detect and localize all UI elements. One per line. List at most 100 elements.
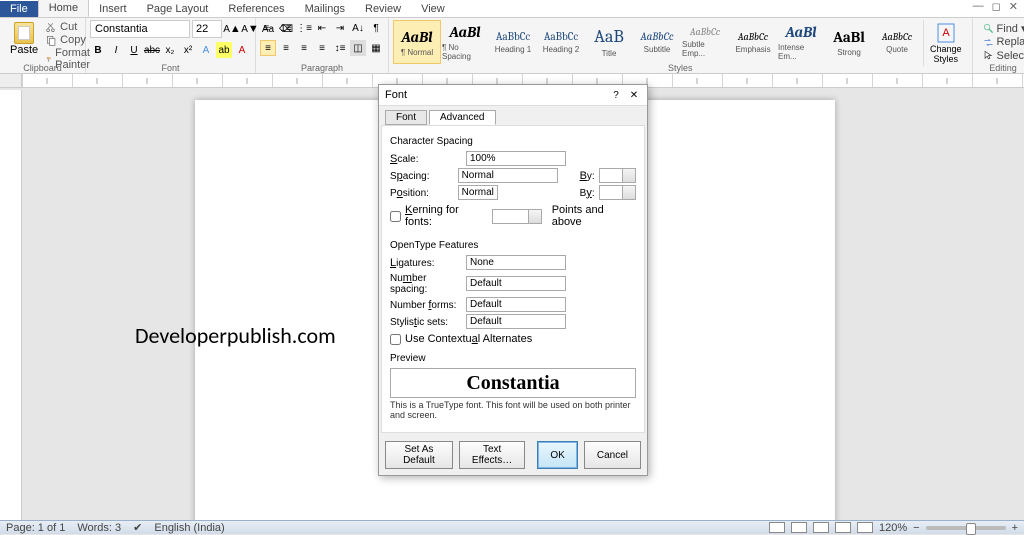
zoom-slider[interactable] [926,526,1006,530]
grow-font-button[interactable]: A▲ [224,21,240,37]
paste-label: Paste [10,44,38,56]
style-heading2[interactable]: AaBbCcHeading 2 [537,20,585,64]
spacing-by-spinner[interactable] [599,168,636,183]
style-emphasis[interactable]: AaBbCcEmphasis [729,20,777,64]
dialog-close-button[interactable]: ✕ [627,88,641,102]
style-subtle-emphasis[interactable]: AaBbCcSubtle Emp... [681,20,729,64]
style-normal[interactable]: AaBl¶ Normal [393,20,441,64]
increase-indent-button[interactable]: ⇥ [332,20,348,36]
style-strong[interactable]: AaBlStrong [825,20,873,64]
style-quote[interactable]: AaBbCcQuote [873,20,921,64]
group-label-paragraph: Paragraph [256,63,388,73]
find-button[interactable]: Find ▾ [983,22,1024,35]
view-print-layout-button[interactable] [769,522,785,533]
window-minimize-icon[interactable]: — [971,0,986,13]
vertical-ruler[interactable] [0,90,22,524]
text-effects-button[interactable]: A [198,42,214,58]
status-bar: Page: 1 of 1 Words: 3 ✔ English (India) … [0,520,1024,534]
bullets-button[interactable]: ≡· [260,20,276,36]
ligatures-combo[interactable] [466,255,566,270]
style-heading1[interactable]: AaBbCcHeading 1 [489,20,537,64]
shading-button[interactable]: ◫ [350,40,366,56]
zoom-in-button[interactable]: + [1012,522,1018,534]
font-name-combo[interactable] [90,20,190,38]
tab-page-layout[interactable]: Page Layout [137,1,219,17]
zoom-out-button[interactable]: − [913,522,919,534]
align-justify-button[interactable]: ≡ [314,40,330,56]
tab-home[interactable]: Home [38,0,89,17]
tab-review[interactable]: Review [355,1,411,17]
kerning-spinner[interactable] [492,209,542,224]
font-color-button[interactable]: A [234,42,250,58]
show-marks-button[interactable]: ¶ [368,20,384,36]
paste-icon [14,22,34,44]
align-center-button[interactable]: ≡ [278,40,294,56]
position-by-spinner[interactable] [599,185,636,200]
zoom-level[interactable]: 120% [879,522,907,534]
dialog-tab-font[interactable]: Font [385,110,427,125]
window-controls: — ◻ ✕ [971,0,1020,13]
highlight-button[interactable]: ab [216,42,232,58]
view-web-button[interactable] [813,522,829,533]
group-label-clipboard: Clipboard [0,63,85,73]
text-effects-dialog-button[interactable]: Text Effects… [459,441,526,469]
numbering-button[interactable]: 1≡ [278,20,294,36]
line-spacing-button[interactable]: ↕≡ [332,40,348,56]
status-words[interactable]: Words: 3 [77,522,121,534]
cancel-button[interactable]: Cancel [584,441,641,469]
style-intense-emphasis[interactable]: AaBlIntense Em... [777,20,825,64]
align-left-button[interactable]: ≡ [260,40,276,56]
status-page[interactable]: Page: 1 of 1 [6,522,65,534]
svg-text:A: A [942,27,950,39]
section-opentype: OpenType Features [390,240,636,251]
font-size-combo[interactable] [192,20,222,38]
status-language[interactable]: English (India) [154,522,224,534]
tab-mailings[interactable]: Mailings [295,1,355,17]
spacing-combo[interactable] [458,168,558,183]
scale-combo[interactable] [466,151,566,166]
position-combo[interactable] [458,185,498,200]
select-button[interactable]: Select ▾ [983,49,1024,62]
subscript-button[interactable]: x₂ [162,42,178,58]
set-default-button[interactable]: Set As Default [385,441,453,469]
kerning-checkbox[interactable] [390,211,401,222]
bold-button[interactable]: B [90,42,106,58]
dialog-tab-advanced[interactable]: Advanced [429,110,495,125]
group-font: A▲ A▼ Aa ⌫ B I U abc x₂ x² A ab A Font [86,18,256,73]
italic-button[interactable]: I [108,42,124,58]
style-no-spacing[interactable]: AaBl¶ No Spacing [441,20,489,64]
multilevel-button[interactable]: ⋮≡ [296,20,312,36]
view-fullscreen-button[interactable] [791,522,807,533]
window-close-icon[interactable]: ✕ [1007,0,1020,13]
tab-file[interactable]: File [0,1,38,17]
replace-button[interactable]: Replace [983,36,1024,48]
window-restore-icon[interactable]: ◻ [990,0,1003,13]
paste-button[interactable]: Paste [4,20,44,58]
number-forms-combo[interactable] [466,297,566,312]
superscript-button[interactable]: x² [180,42,196,58]
contextual-checkbox[interactable] [390,334,401,345]
style-subtitle[interactable]: AaBbCcSubtitle [633,20,681,64]
decrease-indent-button[interactable]: ⇤ [314,20,330,36]
change-styles-button[interactable]: A Change Styles [923,20,968,66]
strikethrough-button[interactable]: abc [144,42,160,58]
borders-button[interactable]: ▦ [368,40,384,56]
dialog-help-button[interactable]: ? [609,88,623,102]
style-gallery[interactable]: AaBl¶ Normal AaBl¶ No Spacing AaBbCcHead… [393,20,921,64]
sort-button[interactable]: A↓ [350,20,366,36]
style-title[interactable]: AaBTitle [585,20,633,64]
dialog-titlebar[interactable]: Font ? ✕ [379,85,647,106]
tab-insert[interactable]: Insert [89,1,137,17]
tab-references[interactable]: References [218,1,294,17]
underline-button[interactable]: U [126,42,142,58]
number-spacing-combo[interactable] [466,276,566,291]
status-spellcheck-icon[interactable]: ✔ [133,521,142,534]
tab-view[interactable]: View [411,1,455,17]
view-outline-button[interactable] [835,522,851,533]
section-char-spacing: Character Spacing [390,136,636,147]
ok-button[interactable]: OK [537,441,577,469]
stylistic-sets-combo[interactable] [466,314,566,329]
dialog-tabs: Font Advanced [379,106,647,125]
view-draft-button[interactable] [857,522,873,533]
align-right-button[interactable]: ≡ [296,40,312,56]
